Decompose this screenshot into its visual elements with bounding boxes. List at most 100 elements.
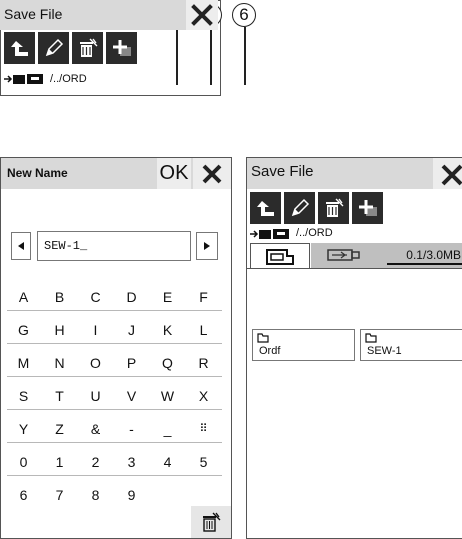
rename-button[interactable] [38,32,69,64]
tab-machine-memory[interactable] [250,243,310,268]
key-space-symbol[interactable]: ⠿ [187,414,220,444]
key-y[interactable]: Y [7,414,40,444]
up-arrow-icon [10,41,28,56]
up-folder-button[interactable] [4,32,35,64]
key-v[interactable]: V [115,381,148,411]
key-z[interactable]: Z [43,414,76,444]
key-o[interactable]: O [79,348,112,378]
folder-ordf[interactable]: Ordf [252,329,355,361]
key-8[interactable]: 8 [79,480,112,510]
folder-icon [365,333,377,343]
tab-content-divider [247,268,462,269]
close-button[interactable] [193,158,231,189]
key-9[interactable]: 9 [115,480,148,510]
new-folder-button[interactable] [352,192,383,224]
new-name-title: New Name [7,166,68,180]
trash-icon [325,198,343,217]
tab-usb[interactable] [311,243,381,268]
key-7[interactable]: 7 [43,480,76,510]
delete-button[interactable] [72,32,103,64]
capacity-bar [387,263,462,265]
current-path: /../ORD [50,73,87,85]
key-w[interactable]: W [151,381,184,411]
key-s[interactable]: S [7,381,40,411]
folder-name: Ordf [259,345,281,357]
rename-button[interactable] [284,192,315,224]
usb-icon [327,249,360,261]
key-x[interactable]: X [187,381,220,411]
key-t[interactable]: T [43,381,76,411]
key-f[interactable]: F [187,282,220,312]
key-underscore[interactable]: _ [151,414,184,444]
folder-sew-1[interactable]: SEW-1 [360,329,462,361]
machine-memory-icon [266,249,294,265]
new-folder-icon [358,200,377,216]
new-folder-button[interactable] [106,32,137,64]
folder-name: SEW-1 [367,345,402,357]
key-q[interactable]: Q [151,348,184,378]
capacity-text: 0.1/3.0MB [406,248,461,262]
key-r[interactable]: R [187,348,220,378]
key-5[interactable]: 5 [187,447,220,477]
close-icon [441,164,462,185]
panel-title: Save File [4,6,63,22]
triangle-right-icon [204,242,210,250]
name-input[interactable]: SEW-1_ [37,231,191,261]
save-file-title: Save File [251,163,314,180]
key-g[interactable]: G [7,315,40,345]
key-i[interactable]: I [79,315,112,345]
close-icon [202,164,222,183]
path-bar: /../ORD [0,66,218,93]
key-hyphen[interactable]: - [115,414,148,444]
key-j[interactable]: J [115,315,148,345]
key-ampersand[interactable]: & [79,414,112,444]
capacity-indicator: 0.1/3.0MB [381,243,462,268]
up-arrow-icon [256,201,274,216]
key-6[interactable]: 6 [7,480,40,510]
callout-6: 6 [232,3,256,27]
up-folder-button[interactable] [250,192,281,224]
save-file-panel: Save File /../ORD 0.1/3.0MB Ordf SEW-1 [246,157,462,539]
save-file-toolbar-panel: Save File /../ORD [0,0,221,96]
close-button[interactable] [433,158,462,189]
pencil-icon [291,198,309,217]
key-m[interactable]: M [7,348,40,378]
name-input-value: SEW-1_ [44,239,88,253]
triangle-left-icon [18,242,24,250]
close-icon [191,4,213,26]
key-e[interactable]: E [151,282,184,312]
storage-path-icon [4,74,43,84]
key-1[interactable]: 1 [43,447,76,477]
delete-button[interactable] [318,192,349,224]
path-bar: /../ORD [247,226,462,242]
key-u[interactable]: U [79,381,112,411]
new-folder-icon [112,40,131,56]
save-file-title-bar: Save File [247,158,462,189]
pencil-icon [45,38,63,57]
delete-character-button[interactable] [191,506,231,538]
key-0[interactable]: 0 [7,447,40,477]
ok-button[interactable]: OK [157,158,191,189]
key-l[interactable]: L [187,315,220,345]
keyboard: A B C D E F G H I J K L M N O P Q R S T … [7,282,231,512]
callout-6-leader [244,27,246,85]
current-path: /../ORD [296,227,333,239]
key-3[interactable]: 3 [115,447,148,477]
key-n[interactable]: N [43,348,76,378]
key-4[interactable]: 4 [151,447,184,477]
key-2[interactable]: 2 [79,447,112,477]
key-c[interactable]: C [79,282,112,312]
trash-icon [79,38,97,57]
key-a[interactable]: A [7,282,40,312]
ok-label: OK [159,162,189,184]
trash-icon [203,512,221,532]
key-p[interactable]: P [115,348,148,378]
close-button[interactable] [186,0,218,30]
key-b[interactable]: B [43,282,76,312]
key-d[interactable]: D [115,282,148,312]
folder-icon [257,333,269,343]
cursor-left-button[interactable] [11,232,31,260]
key-k[interactable]: K [151,315,184,345]
key-h[interactable]: H [43,315,76,345]
cursor-right-button[interactable] [196,232,218,260]
